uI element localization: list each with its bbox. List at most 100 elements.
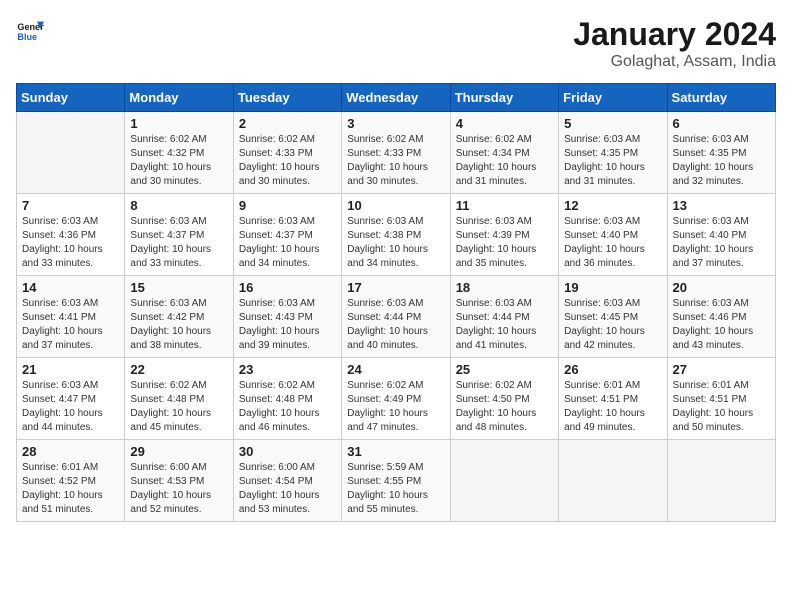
- header-thursday: Thursday: [450, 84, 558, 112]
- day-number: 2: [239, 116, 336, 131]
- calendar-day: 2 Sunrise: 6:02 AM Sunset: 4:33 PM Daylig…: [233, 112, 341, 194]
- calendar-week-2: 7 Sunrise: 6:03 AM Sunset: 4:36 PM Daylig…: [17, 194, 776, 276]
- day-number: 24: [347, 362, 444, 377]
- day-number: 13: [673, 198, 770, 213]
- day-info: Sunrise: 6:03 AM Sunset: 4:38 PM Dayligh…: [347, 215, 444, 271]
- calendar-subtitle: Golaghat, Assam, India: [573, 53, 776, 71]
- day-number: 28: [22, 444, 119, 459]
- header-sunday: Sunday: [17, 84, 125, 112]
- day-number: 25: [456, 362, 553, 377]
- day-number: 23: [239, 362, 336, 377]
- calendar-day: 28Sunrise: 6:01 AM Sunset: 4:52 PM Dayli…: [17, 440, 125, 522]
- day-info: Sunrise: 6:00 AM Sunset: 4:53 PM Dayligh…: [130, 461, 227, 517]
- calendar-day: 21 Sunrise: 6:03 AM Sunset: 4:47 PM Dayli…: [17, 358, 125, 440]
- calendar-week-1: 1 Sunrise: 6:02 AM Sunset: 4:32 PM Daylig…: [17, 112, 776, 194]
- header-tuesday: Tuesday: [233, 84, 341, 112]
- page-header: General Blue General Blue January 2024 G…: [16, 16, 776, 71]
- calendar-title: January 2024: [573, 16, 776, 53]
- calendar-day: 31 Sunrise: 5:59 AM Sunset: 4:55 PM Dayli…: [342, 440, 450, 522]
- day-number: 15: [130, 280, 227, 295]
- day-number: 1: [130, 116, 227, 131]
- day-info: Sunrise: 6:03 AM Sunset: 4:35 PM Dayligh…: [673, 133, 770, 189]
- svg-text:Blue: Blue: [17, 32, 37, 42]
- day-info: Sunrise: 6:03 AM Sunset: 4:40 PM Dayligh…: [564, 215, 661, 271]
- calendar-day: 24 Sunrise: 6:02 AM Sunset: 4:49 PM Dayli…: [342, 358, 450, 440]
- day-number: 7: [22, 198, 119, 213]
- calendar-day: 3Sunrise: 6:02 AM Sunset: 4:33 PM Daylig…: [342, 112, 450, 194]
- logo-icon: General Blue: [16, 16, 44, 44]
- calendar-day: 16 Sunrise: 6:03 AM Sunset: 4:43 PM Dayli…: [233, 276, 341, 358]
- calendar-day: [559, 440, 667, 522]
- day-info: Sunrise: 6:03 AM Sunset: 4:47 PM Dayligh…: [22, 379, 119, 435]
- day-number: 19: [564, 280, 661, 295]
- calendar-day: 7 Sunrise: 6:03 AM Sunset: 4:36 PM Daylig…: [17, 194, 125, 276]
- calendar-body: 1 Sunrise: 6:02 AM Sunset: 4:32 PM Daylig…: [17, 112, 776, 522]
- header-row: Sunday Monday Tuesday Wednesday Thursday…: [17, 84, 776, 112]
- calendar-day: [450, 440, 558, 522]
- calendar-day: 17Sunrise: 6:03 AM Sunset: 4:44 PM Dayli…: [342, 276, 450, 358]
- day-number: 9: [239, 198, 336, 213]
- day-number: 18: [456, 280, 553, 295]
- header-friday: Friday: [559, 84, 667, 112]
- day-info: Sunrise: 6:02 AM Sunset: 4:48 PM Dayligh…: [130, 379, 227, 435]
- calendar-day: 18 Sunrise: 6:03 AM Sunset: 4:44 PM Dayli…: [450, 276, 558, 358]
- calendar-day: 26Sunrise: 6:01 AM Sunset: 4:51 PM Dayli…: [559, 358, 667, 440]
- calendar-header: Sunday Monday Tuesday Wednesday Thursday…: [17, 84, 776, 112]
- day-number: 8: [130, 198, 227, 213]
- logo: General Blue General Blue: [16, 16, 44, 44]
- day-number: 29: [130, 444, 227, 459]
- day-info: Sunrise: 5:59 AM Sunset: 4:55 PM Dayligh…: [347, 461, 444, 517]
- header-monday: Monday: [125, 84, 233, 112]
- day-number: 12: [564, 198, 661, 213]
- day-info: Sunrise: 6:02 AM Sunset: 4:49 PM Dayligh…: [347, 379, 444, 435]
- calendar-day: 15 Sunrise: 6:03 AM Sunset: 4:42 PM Dayli…: [125, 276, 233, 358]
- day-number: 5: [564, 116, 661, 131]
- day-number: 6: [673, 116, 770, 131]
- calendar-week-3: 14 Sunrise: 6:03 AM Sunset: 4:41 PM Dayli…: [17, 276, 776, 358]
- day-number: 4: [456, 116, 553, 131]
- day-info: Sunrise: 6:03 AM Sunset: 4:42 PM Dayligh…: [130, 297, 227, 353]
- title-block: January 2024 Golaghat, Assam, India: [573, 16, 776, 71]
- calendar-day: 27Sunrise: 6:01 AM Sunset: 4:51 PM Dayli…: [667, 358, 775, 440]
- day-info: Sunrise: 6:03 AM Sunset: 4:43 PM Dayligh…: [239, 297, 336, 353]
- day-info: Sunrise: 6:03 AM Sunset: 4:45 PM Dayligh…: [564, 297, 661, 353]
- day-info: Sunrise: 6:03 AM Sunset: 4:37 PM Dayligh…: [239, 215, 336, 271]
- day-number: 31: [347, 444, 444, 459]
- day-info: Sunrise: 6:03 AM Sunset: 4:36 PM Dayligh…: [22, 215, 119, 271]
- day-info: Sunrise: 6:02 AM Sunset: 4:32 PM Dayligh…: [130, 133, 227, 189]
- calendar-day: [17, 112, 125, 194]
- day-number: 20: [673, 280, 770, 295]
- calendar-day: 19 Sunrise: 6:03 AM Sunset: 4:45 PM Dayli…: [559, 276, 667, 358]
- day-info: Sunrise: 6:03 AM Sunset: 4:46 PM Dayligh…: [673, 297, 770, 353]
- header-wednesday: Wednesday: [342, 84, 450, 112]
- calendar-day: 23 Sunrise: 6:02 AM Sunset: 4:48 PM Dayli…: [233, 358, 341, 440]
- day-number: 14: [22, 280, 119, 295]
- calendar-day: 30Sunrise: 6:00 AM Sunset: 4:54 PM Dayli…: [233, 440, 341, 522]
- calendar-day: 22Sunrise: 6:02 AM Sunset: 4:48 PM Dayli…: [125, 358, 233, 440]
- day-info: Sunrise: 6:03 AM Sunset: 4:39 PM Dayligh…: [456, 215, 553, 271]
- calendar-day: 14 Sunrise: 6:03 AM Sunset: 4:41 PM Dayli…: [17, 276, 125, 358]
- calendar-week-4: 21 Sunrise: 6:03 AM Sunset: 4:47 PM Dayli…: [17, 358, 776, 440]
- day-info: Sunrise: 6:03 AM Sunset: 4:37 PM Dayligh…: [130, 215, 227, 271]
- calendar-day: 25Sunrise: 6:02 AM Sunset: 4:50 PM Dayli…: [450, 358, 558, 440]
- calendar-day: 13Sunrise: 6:03 AM Sunset: 4:40 PM Dayli…: [667, 194, 775, 276]
- calendar-day: 11 Sunrise: 6:03 AM Sunset: 4:39 PM Dayli…: [450, 194, 558, 276]
- day-number: 11: [456, 198, 553, 213]
- day-number: 10: [347, 198, 444, 213]
- day-number: 3: [347, 116, 444, 131]
- calendar-day: 5 Sunrise: 6:03 AM Sunset: 4:35 PM Daylig…: [559, 112, 667, 194]
- calendar-day: 10 Sunrise: 6:03 AM Sunset: 4:38 PM Dayli…: [342, 194, 450, 276]
- day-info: Sunrise: 6:03 AM Sunset: 4:44 PM Dayligh…: [456, 297, 553, 353]
- calendar-week-5: 28Sunrise: 6:01 AM Sunset: 4:52 PM Dayli…: [17, 440, 776, 522]
- day-info: Sunrise: 6:03 AM Sunset: 4:44 PM Dayligh…: [347, 297, 444, 353]
- day-number: 21: [22, 362, 119, 377]
- calendar-day: 6 Sunrise: 6:03 AM Sunset: 4:35 PM Daylig…: [667, 112, 775, 194]
- day-info: Sunrise: 6:01 AM Sunset: 4:51 PM Dayligh…: [564, 379, 661, 435]
- header-saturday: Saturday: [667, 84, 775, 112]
- day-info: Sunrise: 6:02 AM Sunset: 4:48 PM Dayligh…: [239, 379, 336, 435]
- day-info: Sunrise: 6:02 AM Sunset: 4:33 PM Dayligh…: [239, 133, 336, 189]
- calendar-day: 29 Sunrise: 6:00 AM Sunset: 4:53 PM Dayli…: [125, 440, 233, 522]
- day-number: 16: [239, 280, 336, 295]
- day-info: Sunrise: 6:03 AM Sunset: 4:41 PM Dayligh…: [22, 297, 119, 353]
- day-info: Sunrise: 6:03 AM Sunset: 4:35 PM Dayligh…: [564, 133, 661, 189]
